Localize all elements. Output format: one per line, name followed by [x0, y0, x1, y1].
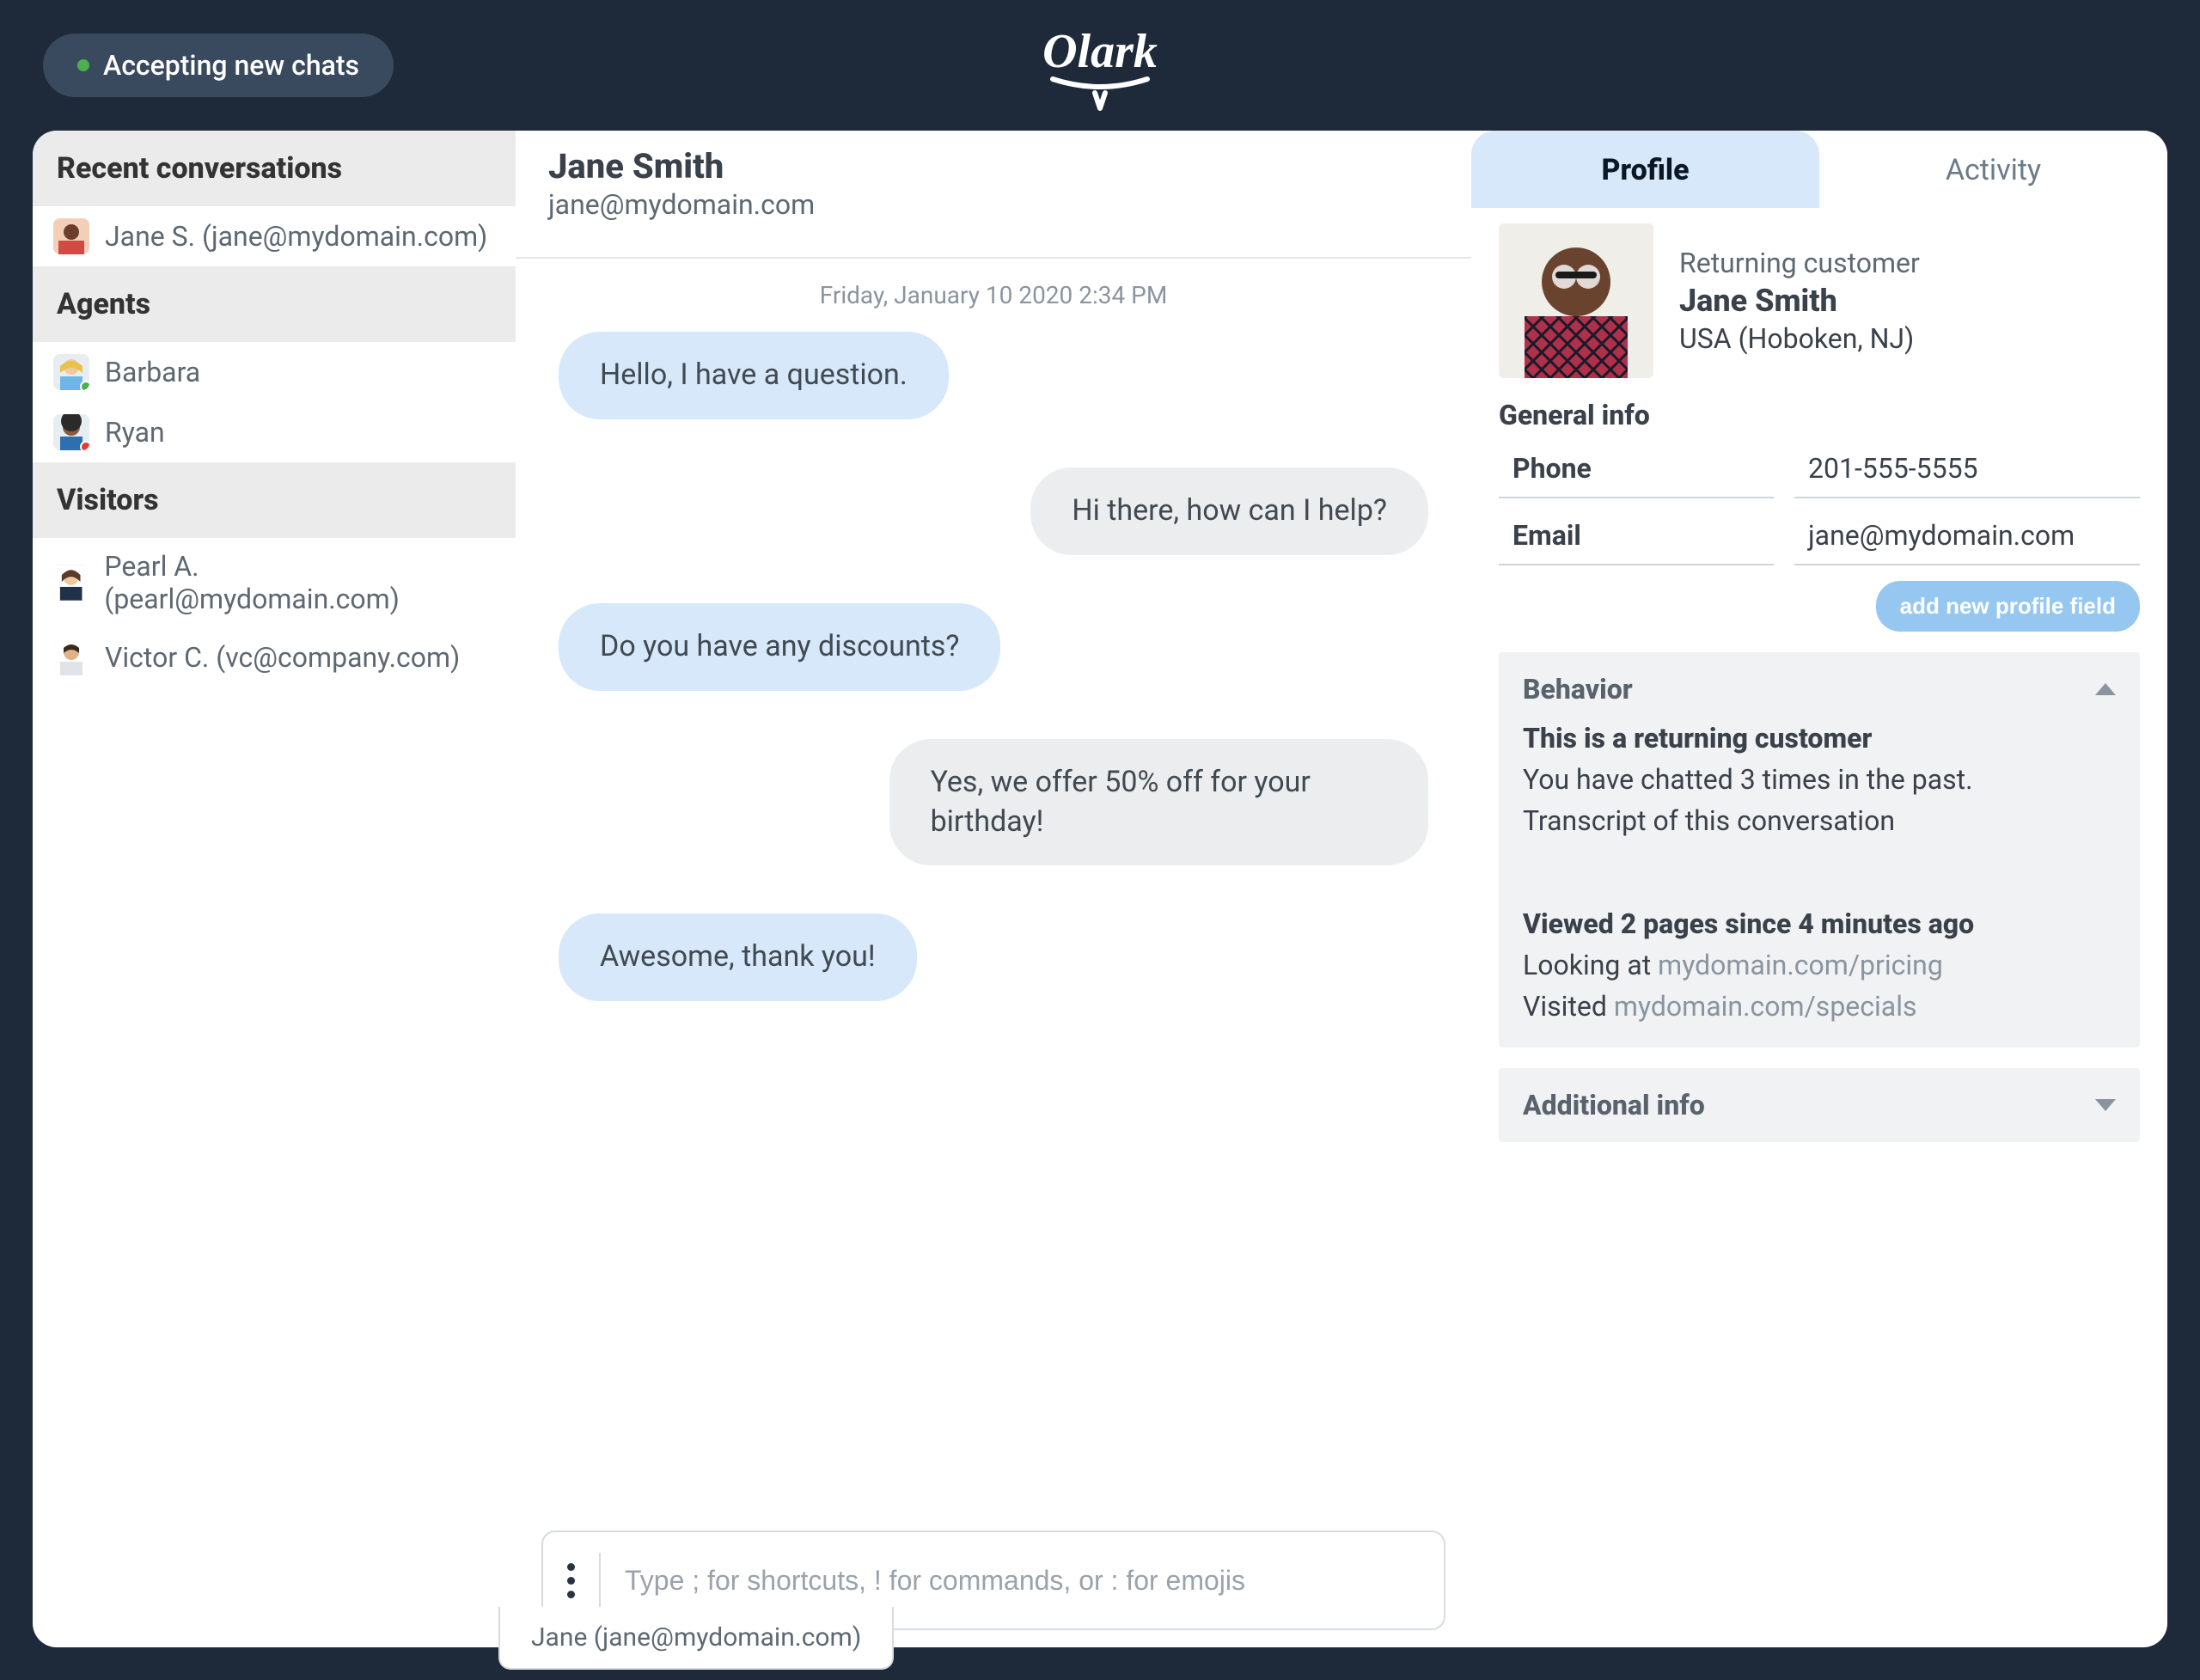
- profile-email-label: Email: [1499, 509, 1774, 565]
- behavior-title: Behavior: [1523, 673, 1633, 706]
- sidebar-header-visitors: Visitors: [33, 462, 516, 538]
- chat-input[interactable]: [625, 1565, 1420, 1597]
- sidebar-item-label: Pearl A. (pearl@mydomain.com): [104, 550, 495, 615]
- chat-date: Friday, January 10 2020 2:34 PM: [516, 259, 1471, 332]
- sidebar-item-label: Ryan: [105, 416, 165, 449]
- behavior-viewed-title: Viewed 2 pages since 4 minutes ago: [1523, 907, 1974, 940]
- sidebar: Recent conversations Jane S. (jane@mydom…: [33, 131, 516, 1647]
- behavior-line: Transcript of this conversation: [1523, 800, 2116, 841]
- chat-message-visitor: Awesome, thank you!: [559, 913, 917, 1001]
- additional-info-section[interactable]: Additional info: [1499, 1068, 2140, 1142]
- sidebar-item-visitor-pearl[interactable]: Pearl A. (pearl@mydomain.com): [33, 538, 516, 627]
- chat-message-visitor: Do you have any discounts?: [559, 603, 1000, 691]
- status-away-icon: [80, 441, 89, 450]
- behavior-headline: This is a returning customer: [1523, 722, 1872, 754]
- general-info-title: General info: [1499, 399, 2140, 431]
- profile-panel: Returning customer Jane Smith USA (Hobok…: [1471, 131, 2167, 1647]
- behavior-looking-url[interactable]: mydomain.com/pricing: [1658, 949, 1943, 981]
- brand-logo: Olark: [1023, 17, 1177, 124]
- chat-message-agent: Yes, we offer 50% off for your birthday!: [889, 739, 1428, 866]
- sidebar-header-agents: Agents: [33, 266, 516, 342]
- status-text: Accepting new chats: [103, 49, 359, 82]
- sidebar-item-agent-barbara[interactable]: Barbara: [33, 342, 516, 402]
- profile-tabs: Profile Activity: [1471, 131, 2167, 208]
- chat-contact-name: Jane Smith: [548, 146, 1439, 186]
- chevron-down-icon[interactable]: [2095, 1099, 2116, 1111]
- sidebar-item-recent-jane[interactable]: Jane S. (jane@mydomain.com): [33, 206, 516, 266]
- sidebar-item-visitor-victor[interactable]: Victor C. (vc@company.com): [33, 627, 516, 687]
- divider: [599, 1553, 601, 1608]
- tab-activity[interactable]: Activity: [1819, 131, 2167, 208]
- profile-location: USA (Hoboken, NJ): [1679, 322, 1920, 355]
- svg-text:Olark: Olark: [1042, 25, 1158, 78]
- behavior-section: Behavior This is a returning customer Yo…: [1499, 652, 2140, 1048]
- profile-phone-value[interactable]: 201-555-5555: [1794, 442, 2140, 498]
- sidebar-item-label: Jane S. (jane@mydomain.com): [105, 220, 487, 253]
- more-options-icon[interactable]: [567, 1563, 575, 1598]
- add-profile-field-button[interactable]: add new profile field: [1876, 581, 2140, 632]
- profile-status: Returning customer: [1679, 247, 1920, 279]
- behavior-line: You have chatted 3 times in the past.: [1523, 759, 2116, 800]
- tab-profile[interactable]: Profile: [1471, 131, 1819, 208]
- sidebar-header-recent: Recent conversations: [33, 131, 516, 206]
- sidebar-item-label: Barbara: [105, 356, 200, 388]
- avatar: [53, 639, 89, 675]
- behavior-visited-url[interactable]: mydomain.com/specials: [1614, 990, 1917, 1023]
- sidebar-item-label: Victor C. (vc@company.com): [105, 641, 460, 674]
- status-online-dot-icon: [77, 59, 89, 71]
- chat-panel: Jane Smith jane@mydomain.com Friday, Jan…: [516, 131, 1471, 1647]
- avatar: [53, 565, 89, 601]
- status-online-icon: [80, 381, 89, 390]
- status-pill[interactable]: Accepting new chats: [43, 34, 394, 97]
- avatar: [53, 218, 89, 254]
- chat-contact-email: jane@mydomain.com: [548, 188, 1439, 221]
- profile-name: Jane Smith: [1679, 283, 1920, 319]
- profile-email-value[interactable]: jane@mydomain.com: [1794, 509, 2140, 565]
- behavior-visited-prefix: Visited: [1523, 990, 1614, 1023]
- behavior-looking-prefix: Looking at: [1523, 949, 1658, 981]
- active-chat-tab[interactable]: Jane (jane@mydomain.com): [498, 1607, 894, 1670]
- additional-info-title: Additional info: [1523, 1089, 1705, 1121]
- profile-photo: [1499, 223, 1653, 378]
- avatar: [53, 354, 89, 390]
- chat-message-agent: Hi there, how can I help?: [1030, 467, 1428, 555]
- sidebar-item-agent-ryan[interactable]: Ryan: [33, 402, 516, 462]
- avatar: [53, 414, 89, 450]
- chevron-up-icon[interactable]: [2095, 683, 2116, 695]
- chat-message-visitor: Hello, I have a question.: [559, 332, 949, 419]
- chat-messages: Hello, I have a question. Hi there, how …: [516, 332, 1471, 1520]
- profile-phone-label: Phone: [1499, 442, 1774, 498]
